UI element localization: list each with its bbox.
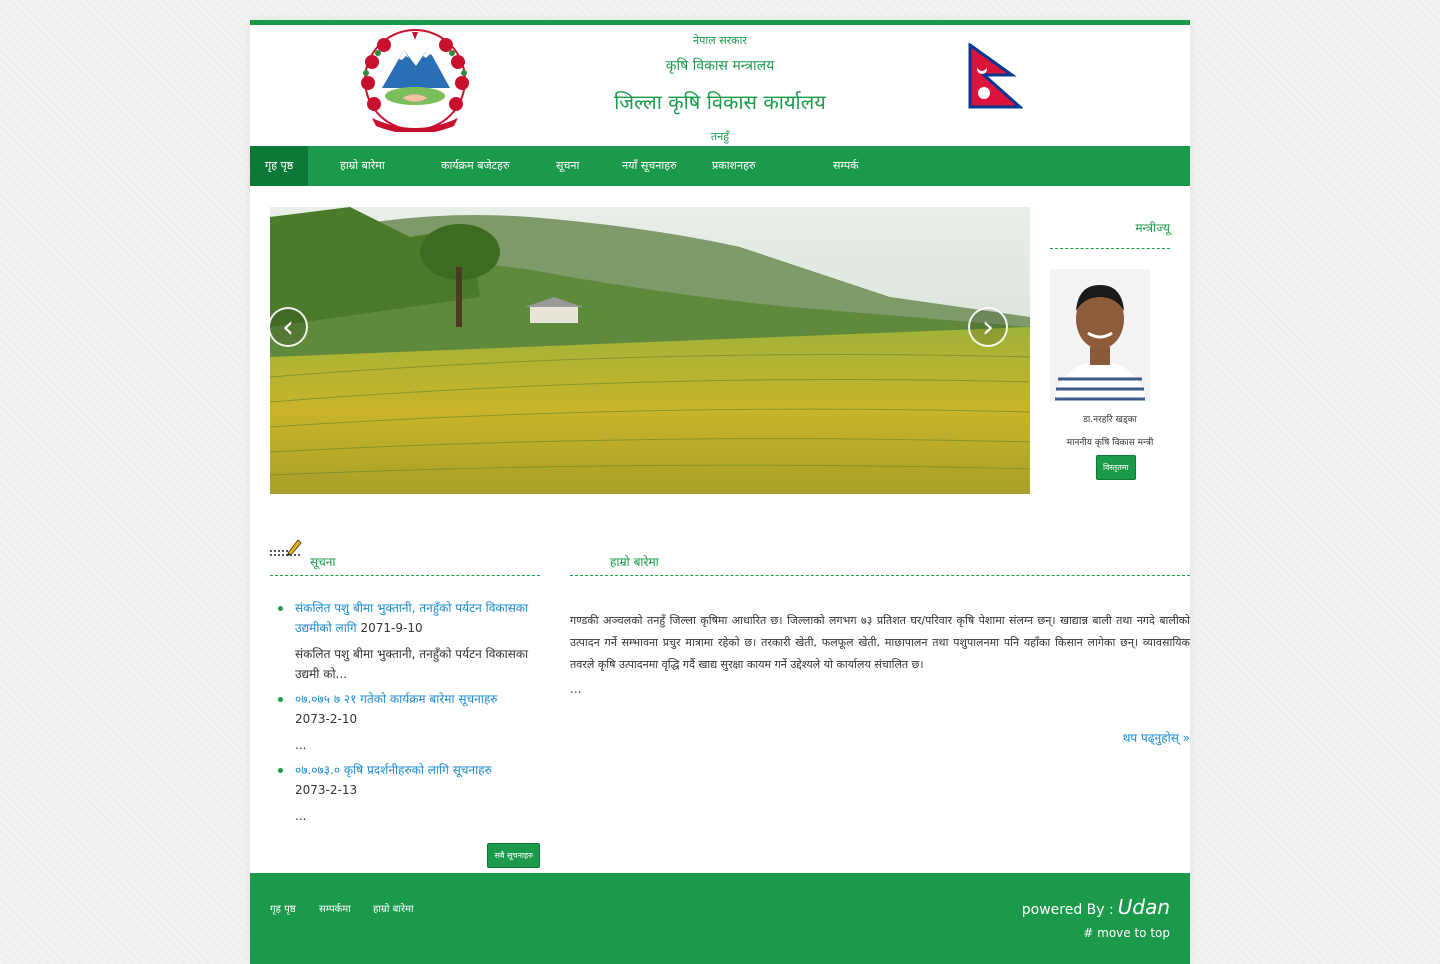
all-notices-button[interactable]: सबै सूचनाहरु: [487, 843, 540, 868]
minister-photo: [1050, 269, 1150, 402]
notices-title: सूचना: [310, 555, 336, 569]
list-item: ०७.०७५ ७ २१ गतेको कार्यक्रम बारेमा सूचना…: [278, 689, 540, 755]
notice-list: संकलित पशु बीमा भुक्तानी, तनहुँको पर्यटन…: [270, 598, 540, 826]
minister-details-button[interactable]: विस्तृतमा: [1096, 455, 1136, 480]
header-line-office: जिल्ला कृषि विकास कार्यालय: [614, 90, 826, 114]
list-item: ०७.०७३.० कृषि प्रदर्शनीहरुको लागि सूचनाह…: [278, 760, 540, 826]
footer-link-about[interactable]: हाम्रो बारेमा: [373, 901, 414, 915]
nav-item-contact[interactable]: सम्पर्क: [818, 146, 874, 186]
notice-date: 2071-9-10: [360, 621, 423, 635]
slider-next-button[interactable]: ›: [968, 307, 1008, 347]
minister-box: मन्त्रीज्यू डा.नरहरि खड्का माननीय कृषि व…: [1050, 207, 1170, 480]
nepal-flag-icon: [968, 43, 1023, 109]
move-to-top-link[interactable]: # move to top: [1083, 926, 1170, 940]
notice-link[interactable]: ०७.०७३.० कृषि प्रदर्शनीहरुको लागि सूचनाह…: [295, 760, 540, 780]
nav-item-about[interactable]: हाम्रो बारेमा: [325, 146, 400, 186]
main-nav: गृह पृष्ठ हाम्रो बारेमा कार्यक्रम बजेटहर…: [250, 146, 1190, 186]
notices-section: सूचना संकलित पशु बीमा भुक्तानी, तनहुँको …: [270, 537, 540, 868]
notice-summary: संकलित पशु बीमा भुक्तानी, तनहुँको पर्यटन…: [295, 647, 529, 681]
site-header: नेपाल सरकार कृषि विकास मन्त्रालय जिल्ला …: [250, 25, 1190, 145]
minister-title: मन्त्रीज्यू: [1050, 207, 1170, 249]
about-title: हाम्रो बारेमा: [610, 555, 659, 569]
nav-item-home[interactable]: गृह पृष्ठ: [250, 146, 309, 186]
powered-by: powered By : Udan: [1022, 895, 1170, 919]
about-header: हाम्रो बारेमा: [570, 537, 1190, 576]
notices-header: सूचना: [270, 537, 540, 576]
notice-summary: ...: [295, 809, 307, 823]
nav-item-notice[interactable]: सूचना: [541, 146, 594, 186]
header-line-ministry: कृषि विकास मन्त्रालय: [665, 58, 775, 74]
header-line-government: नेपाल सरकार: [693, 34, 747, 47]
image-slider[interactable]: ‹ ›: [270, 207, 1030, 494]
pencil-icon: [270, 539, 302, 556]
about-ellipsis: ...: [570, 682, 582, 696]
minister-name: डा.नरहरि खड्का: [1083, 415, 1137, 425]
footer-link-contact[interactable]: सम्पर्कमा: [319, 901, 351, 915]
notice-summary: ...: [295, 738, 307, 752]
nav-item-new-notices[interactable]: नयाँ सूचनाहरु: [607, 146, 692, 186]
nav-item-programs[interactable]: कार्यक्रम बजेटहरु: [426, 146, 525, 186]
header-line-district: तनहुँ: [710, 130, 730, 143]
about-section: हाम्रो बारेमा गण्डकी अञ्चलको तनहुँ जिल्ल…: [570, 537, 1190, 745]
notice-date: 2073-2-10: [295, 712, 358, 726]
rice-field-landscape-image: [270, 207, 1030, 494]
nav-item-publications[interactable]: प्रकाशनहरु: [697, 146, 771, 186]
powered-by-brand-link[interactable]: Udan: [1118, 895, 1170, 919]
read-more-link[interactable]: थप पढ्नुहोस् »: [1123, 729, 1190, 746]
site-footer: गृह पृष्ठ सम्पर्कमा हाम्रो बारेमा powere…: [250, 873, 1190, 964]
powered-by-label: powered By :: [1021, 902, 1114, 918]
about-text: गण्डकी अञ्चलको तनहुँ जिल्ला कृषिमा आधारि…: [570, 614, 1190, 671]
list-item: संकलित पशु बीमा भुक्तानी, तनहुँको पर्यटन…: [278, 598, 540, 684]
minister-role: माननीय कृषि विकास मन्त्री: [1066, 438, 1154, 448]
page-container: नेपाल सरकार कृषि विकास मन्त्रालय जिल्ला …: [250, 20, 1190, 964]
notice-link[interactable]: ०७.०७५ ७ २१ गतेको कार्यक्रम बारेमा सूचना…: [295, 689, 540, 709]
notice-date: 2073-2-13: [295, 783, 358, 797]
footer-link-home[interactable]: गृह पृष्ठ: [270, 901, 296, 915]
